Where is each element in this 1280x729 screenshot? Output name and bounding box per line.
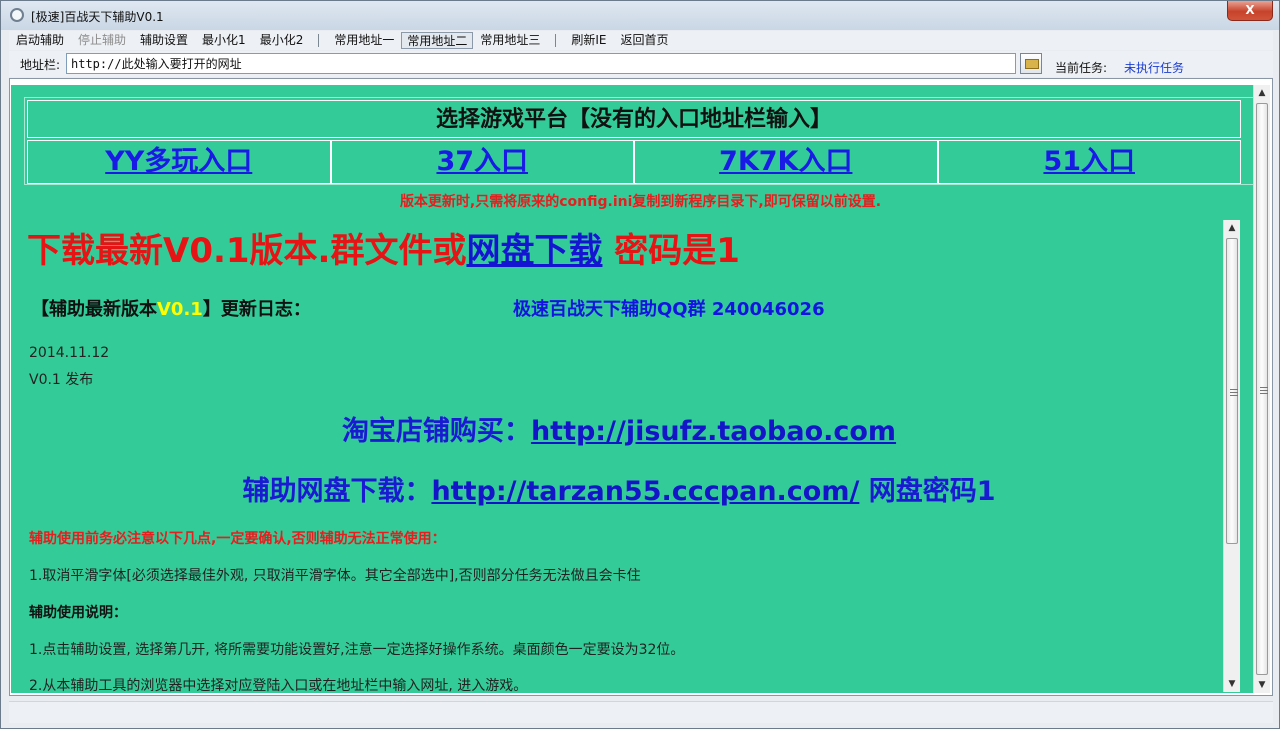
changelog-title: 【辅助最新版本V0.1】更新日志： — [31, 295, 311, 321]
scroll-down-icon[interactable]: ▼ — [1254, 677, 1270, 693]
menu-home[interactable]: 返回首页 — [614, 32, 676, 49]
scroll-up-icon[interactable]: ▲ — [1254, 85, 1270, 101]
address-label: 地址栏: — [20, 58, 61, 72]
current-task-label: 当前任务: — [1055, 61, 1108, 75]
51-entry-link[interactable]: 51入口 — [1043, 146, 1135, 177]
37-entry-link[interactable]: 37入口 — [436, 146, 528, 177]
grip-line — [1230, 392, 1238, 393]
update-note: 版本更新时,只需将原来的config.ini复制到新程序目录下,即可保留以前设置… — [399, 194, 882, 210]
pan-suffix: 网盘密码1 — [859, 476, 996, 507]
platform-table: 选择游戏平台【没有的入口地址栏输入】 YY多玩入口 37入口 7K7K入口 51… — [24, 97, 1256, 185]
close-button[interactable]: X — [1227, 1, 1273, 21]
news-pane: 下载最新V0.1版本.群文件或网盘下载 密码是1 【辅助最新版本V0.1】更新日… — [11, 215, 1227, 693]
grip-line — [1260, 393, 1268, 394]
grip-line — [1230, 395, 1238, 396]
menu-address-3[interactable]: 常用地址三 — [473, 32, 547, 49]
changelog-version: V0.1 — [157, 299, 203, 320]
close-icon: X — [1245, 3, 1255, 17]
platform-cell: 37入口 — [330, 140, 634, 184]
qq-group: 极速百战天下辅助QQ群 240046026 — [513, 299, 825, 320]
download-prefix: 下载最新V0.1版本.群文件或 — [27, 231, 467, 271]
window-title: [极速]百战天下辅助V0.1 — [31, 10, 164, 24]
yy-entry-link[interactable]: YY多玩入口 — [105, 146, 252, 177]
go-folder-icon[interactable] — [1020, 53, 1042, 74]
platform-row: YY多玩入口 37入口 7K7K入口 51入口 — [27, 140, 1241, 184]
step-1-text: 1.取消平滑字体[必须选择最佳外观, 只取消平滑字体。其它全部选中],否则部分任… — [29, 568, 641, 584]
address-toolbar: 地址栏: 当前任务: 未执行任务 — [9, 51, 1273, 77]
menu-start[interactable]: 启动辅助 — [9, 32, 71, 49]
warning-text: 辅助使用前务必注意以下几点,一定要确认,否则辅助无法正常使用： — [29, 531, 446, 547]
platform-cell: 51入口 — [937, 140, 1241, 184]
menu-address-1[interactable]: 常用地址一 — [327, 32, 401, 49]
grip-line — [1260, 390, 1268, 391]
menu-address-2[interactable]: 常用地址二 — [401, 32, 474, 49]
platform-cell: 7K7K入口 — [634, 140, 938, 184]
usage-2-text: 2.从本辅助工具的浏览器中选择对应登陆入口或在地址栏中输入网址, 进入游戏。 — [29, 678, 528, 693]
scroll-down-icon[interactable]: ▼ — [1224, 676, 1240, 692]
7k7k-entry-link[interactable]: 7K7K入口 — [719, 146, 852, 177]
pan-line: 辅助网盘下载：http://tarzan55.cccpan.com/ 网盘密码1 — [11, 469, 1227, 508]
browser-content: 选择游戏平台【没有的入口地址栏输入】 YY多玩入口 37入口 7K7K入口 51… — [11, 85, 1270, 693]
usage-1-text: 1.点击辅助设置, 选择第几开, 将所需要功能设置好,注意一定选择好操作系统。桌… — [29, 642, 685, 658]
menu-separator — [318, 34, 320, 47]
taobao-link[interactable]: http://jisufz.taobao.com — [531, 416, 896, 447]
usage-title: 辅助使用说明： — [29, 605, 127, 621]
title-bar[interactable]: [极速]百战天下辅助V0.1 X — [1, 1, 1279, 30]
menu-stop[interactable]: 停止辅助 — [71, 32, 133, 49]
outer-scroll-thumb[interactable] — [1256, 103, 1268, 675]
menu-minimize-1[interactable]: 最小化1 — [195, 32, 253, 49]
pan-label: 辅助网盘下载： — [242, 476, 432, 507]
grip-line — [1230, 389, 1238, 390]
menu-settings[interactable]: 辅助设置 — [133, 32, 195, 49]
log-date: 2014.11.12 — [29, 345, 110, 361]
address-input[interactable] — [66, 53, 1016, 74]
inner-scrollbar[interactable]: ▲ ▼ — [1223, 220, 1240, 692]
changelog-prefix: 【辅助最新版本 — [31, 299, 157, 320]
menu-refresh-ie[interactable]: 刷新IE — [564, 32, 613, 49]
menu-separator — [555, 34, 557, 47]
app-window: [极速]百战天下辅助V0.1 X 启动辅助 停止辅助 辅助设置 最小化1 最小化… — [0, 0, 1280, 729]
download-suffix: 密码是1 — [602, 231, 740, 271]
pan-download-link[interactable]: 网盘下载 — [466, 231, 602, 271]
changelog-suffix: 】更新日志： — [202, 299, 311, 320]
inner-scroll-thumb[interactable] — [1226, 238, 1238, 544]
pan-link[interactable]: http://tarzan55.cccpan.com/ — [431, 476, 859, 507]
scroll-up-icon[interactable]: ▲ — [1224, 220, 1240, 236]
download-headline: 下载最新V0.1版本.群文件或网盘下载 密码是1 — [27, 223, 740, 272]
taobao-label: 淘宝店铺购买： — [341, 416, 531, 447]
menu-bar: 启动辅助 停止辅助 辅助设置 最小化1 最小化2 常用地址一 常用地址二 常用地… — [9, 31, 1273, 50]
platform-cell: YY多玩入口 — [27, 140, 331, 184]
grip-line — [1260, 387, 1268, 388]
status-bar — [9, 701, 1273, 723]
platform-title: 选择游戏平台【没有的入口地址栏输入】 — [27, 100, 1241, 138]
taobao-line: 淘宝店铺购买：http://jisufz.taobao.com — [11, 409, 1227, 448]
menu-minimize-2[interactable]: 最小化2 — [253, 32, 311, 49]
log-entry: V0.1 发布 — [29, 372, 94, 388]
current-task-value: 未执行任务 — [1124, 61, 1185, 75]
outer-scrollbar[interactable]: ▲ ▼ — [1253, 85, 1270, 693]
app-icon — [10, 8, 24, 22]
